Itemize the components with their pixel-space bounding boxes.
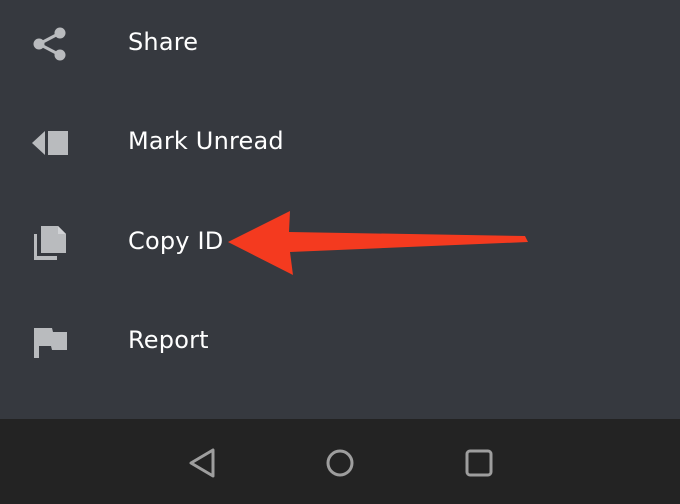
menu-item-share[interactable]: Share <box>0 2 680 82</box>
recents-square-icon[interactable] <box>461 445 497 481</box>
mark-unread-icon <box>30 123 70 163</box>
context-menu: Share Mark Unread Copy ID Report <box>0 0 680 419</box>
menu-item-label: Share <box>128 28 199 56</box>
menu-item-label: Report <box>128 326 209 354</box>
copy-icon <box>30 223 70 263</box>
menu-item-label: Mark Unread <box>128 127 284 155</box>
menu-item-copy-id[interactable]: Copy ID <box>0 201 680 281</box>
share-icon <box>30 24 70 64</box>
system-navigation-bar <box>0 419 680 504</box>
home-circle-icon[interactable] <box>322 445 358 481</box>
flag-icon <box>30 322 70 362</box>
menu-item-report[interactable]: Report <box>0 300 680 380</box>
menu-item-mark-unread[interactable]: Mark Unread <box>0 101 680 181</box>
back-triangle-icon[interactable] <box>184 445 220 481</box>
menu-item-label: Copy ID <box>128 227 224 255</box>
